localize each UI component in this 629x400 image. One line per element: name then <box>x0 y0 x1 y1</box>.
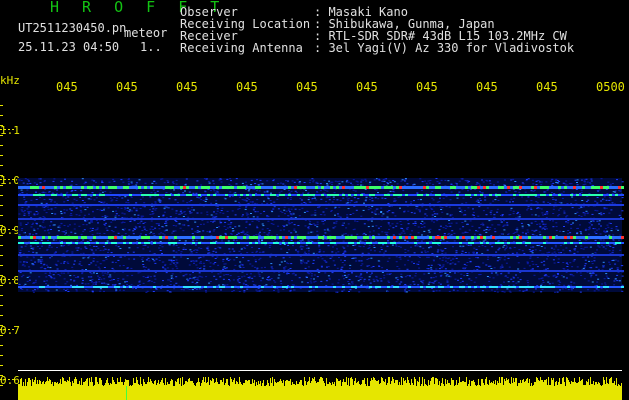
spectrogram-signal <box>18 178 624 293</box>
spectrogram <box>0 105 624 400</box>
noise-level-band <box>18 377 622 400</box>
